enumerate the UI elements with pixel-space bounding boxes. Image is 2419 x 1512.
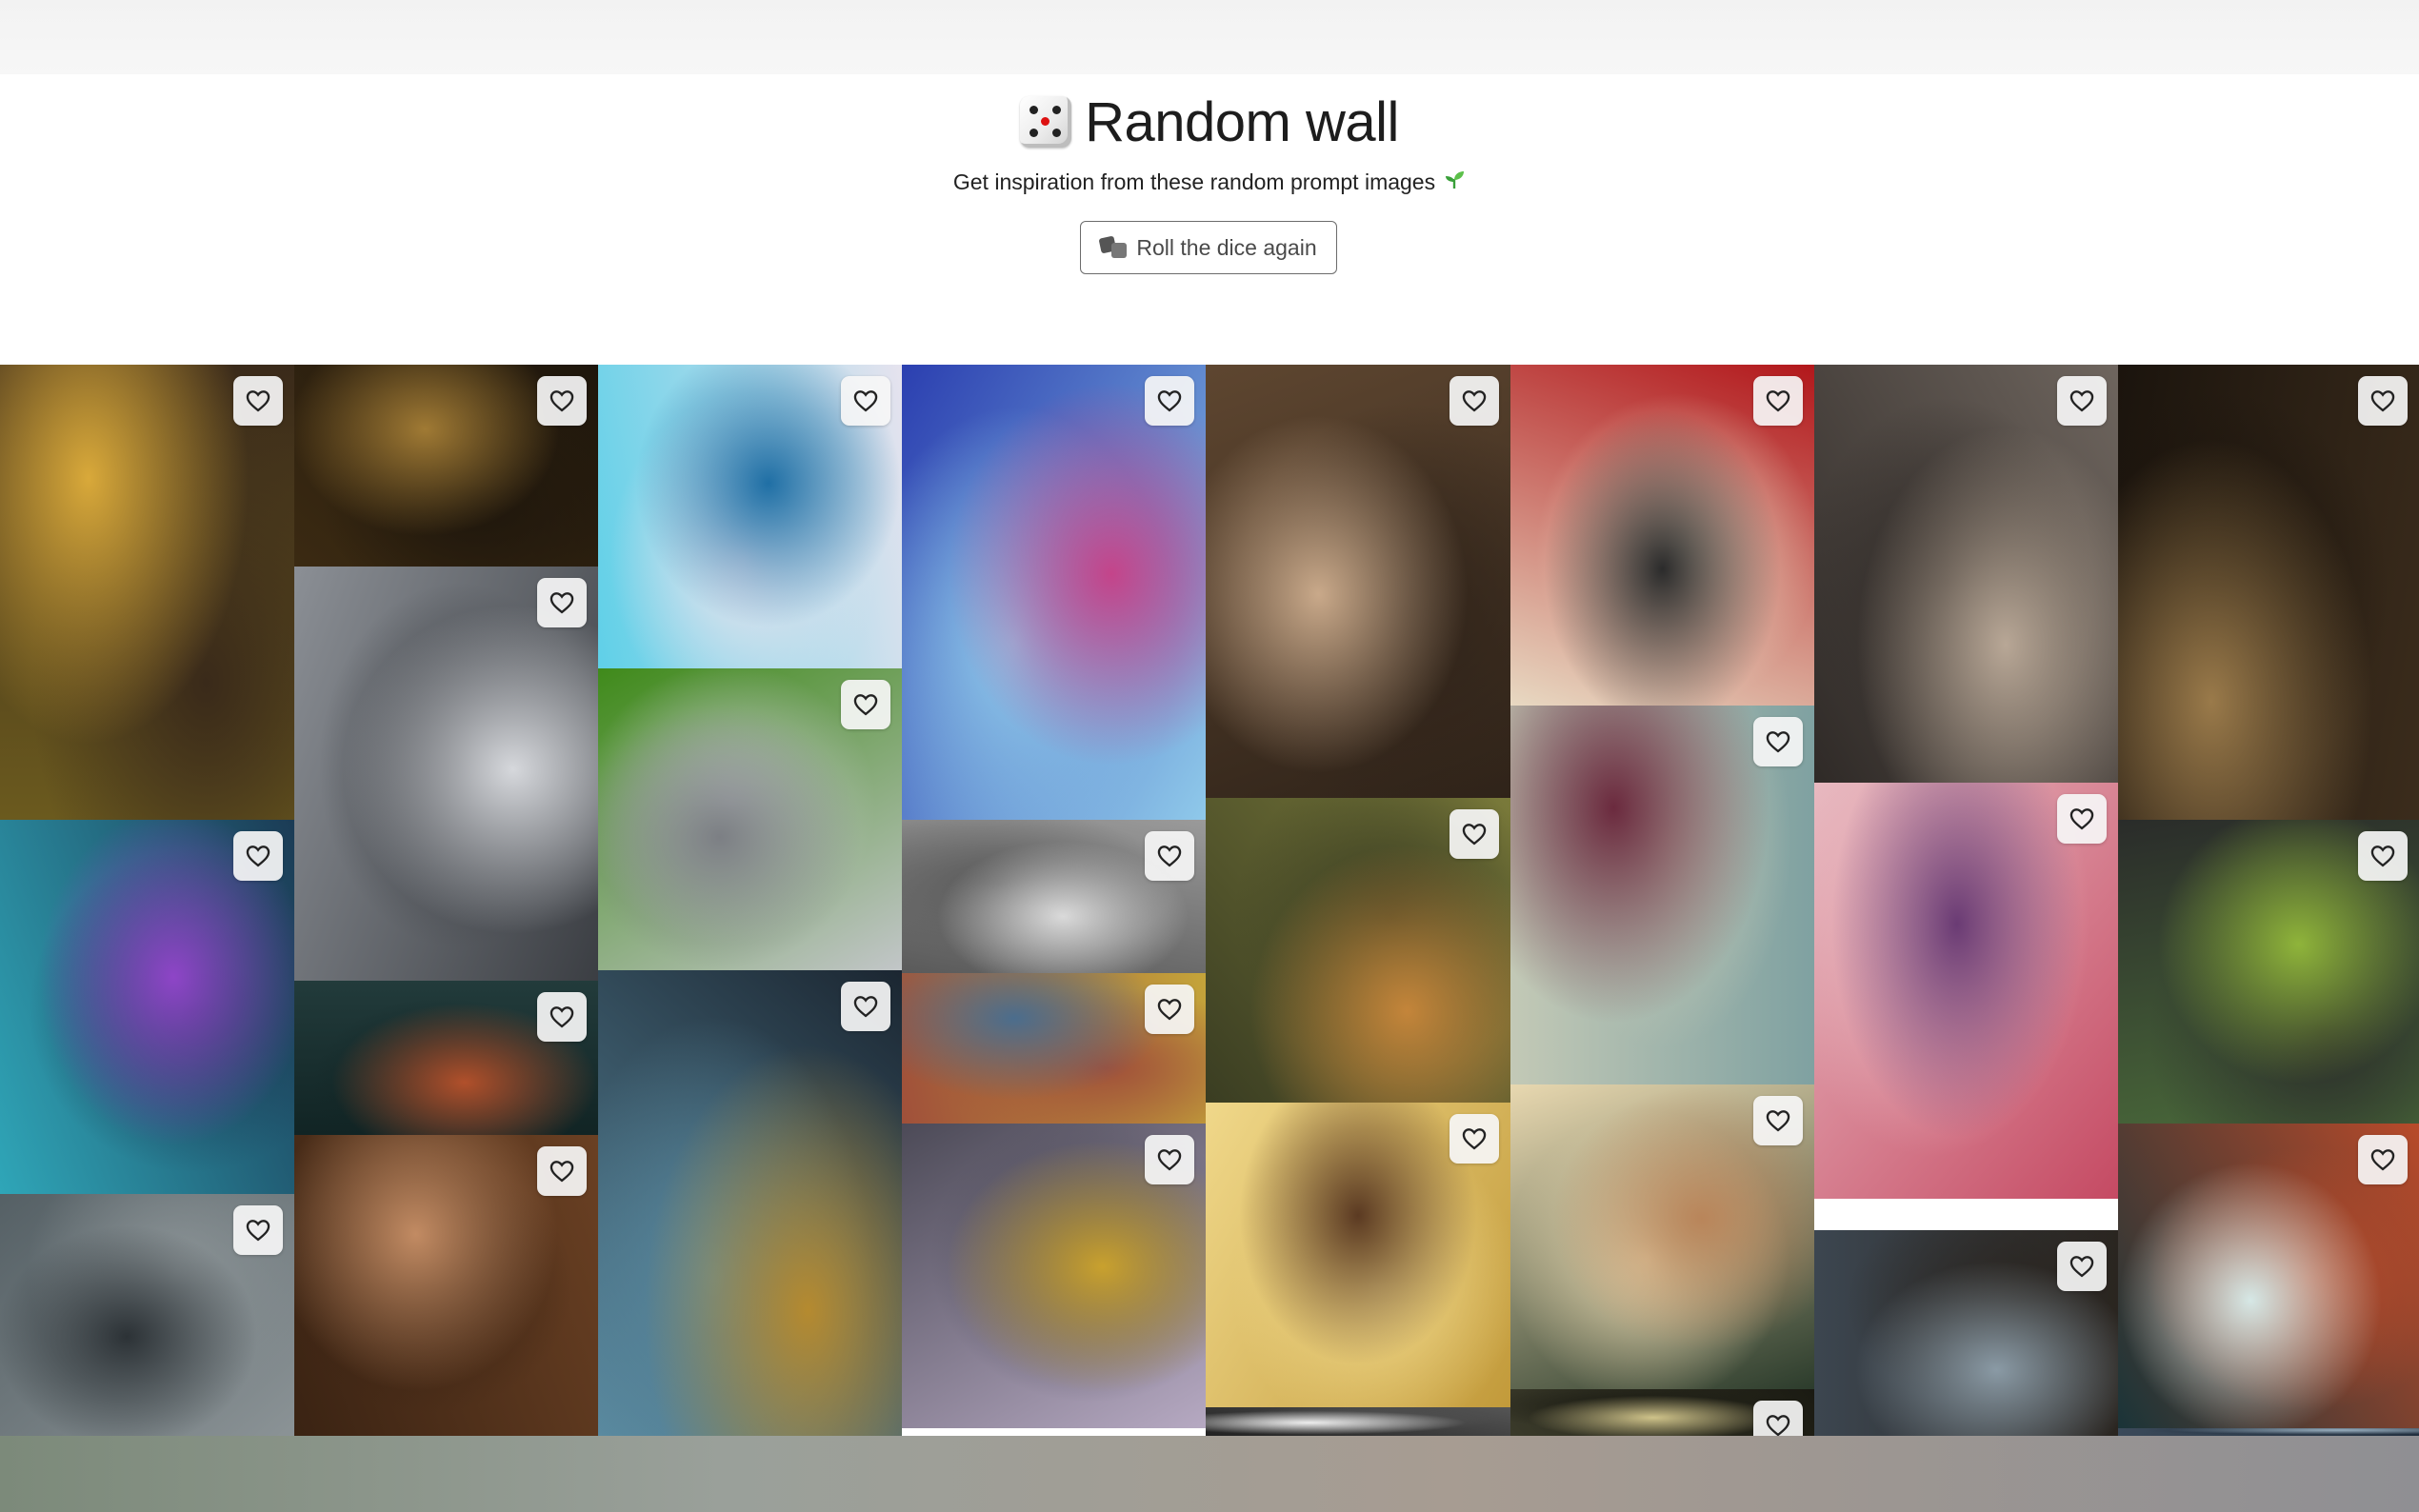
image-tile[interactable] xyxy=(1814,783,2118,1199)
heart-icon xyxy=(852,691,879,718)
image-tile[interactable] xyxy=(0,365,294,820)
image-tile[interactable] xyxy=(1206,1103,1510,1407)
image-wall xyxy=(0,365,2419,1436)
favorite-button[interactable] xyxy=(1753,717,1803,766)
heart-icon xyxy=(852,388,879,414)
heart-icon xyxy=(2369,843,2396,869)
image-tile[interactable] xyxy=(294,981,598,1135)
image-tile[interactable] xyxy=(1206,365,1510,798)
heart-icon xyxy=(1461,1125,1488,1152)
page-subtitle: Get inspiration from these random prompt… xyxy=(0,166,2419,198)
heart-icon xyxy=(2369,388,2396,414)
favorite-button[interactable] xyxy=(1753,376,1803,426)
heart-icon xyxy=(2069,806,2095,832)
heart-icon xyxy=(2369,1146,2396,1173)
image-tile[interactable] xyxy=(598,970,902,1436)
heart-icon xyxy=(1765,388,1791,414)
heart-icon xyxy=(245,388,271,414)
heart-icon xyxy=(1156,996,1183,1023)
page-title-text: Random wall xyxy=(1085,90,1399,153)
favorite-button[interactable] xyxy=(841,376,890,426)
image-tile[interactable] xyxy=(2118,1428,2419,1436)
image-tile[interactable] xyxy=(1206,798,1510,1103)
favorite-button[interactable] xyxy=(537,376,587,426)
favorite-button[interactable] xyxy=(1145,985,1194,1034)
roll-dice-button[interactable]: Roll the dice again xyxy=(1080,221,1337,274)
favorite-button[interactable] xyxy=(1449,809,1499,859)
image-tile[interactable] xyxy=(1814,365,2118,783)
subtitle-text: Get inspiration from these random prompt… xyxy=(952,169,1436,194)
heart-icon xyxy=(549,589,575,616)
heart-icon xyxy=(549,1158,575,1184)
favorite-button[interactable] xyxy=(2358,376,2408,426)
image-tile[interactable] xyxy=(598,365,902,668)
heart-icon xyxy=(1156,843,1183,869)
image-tile[interactable] xyxy=(902,973,1206,1124)
heart-icon xyxy=(549,1004,575,1030)
favorite-button[interactable] xyxy=(1145,376,1194,426)
favorite-button[interactable] xyxy=(1145,1135,1194,1184)
image-tile[interactable] xyxy=(598,668,902,970)
image-tile[interactable] xyxy=(294,1135,598,1436)
image-tile[interactable] xyxy=(1206,1407,1510,1436)
image-tile[interactable] xyxy=(0,1194,294,1436)
heart-icon xyxy=(2069,388,2095,414)
favorite-button[interactable] xyxy=(841,982,890,1031)
heart-icon xyxy=(1156,388,1183,414)
image-tile[interactable] xyxy=(902,365,1206,820)
favorite-button[interactable] xyxy=(233,376,283,426)
favorite-button[interactable] xyxy=(1449,1114,1499,1164)
image-tile[interactable] xyxy=(1510,1389,1814,1436)
favorite-button[interactable] xyxy=(537,578,587,627)
favorite-button[interactable] xyxy=(2057,1242,2107,1291)
image-tile[interactable] xyxy=(2118,1124,2419,1428)
image-tile[interactable] xyxy=(0,820,294,1194)
sprout-icon xyxy=(1443,168,1466,196)
heart-icon xyxy=(245,1217,271,1243)
image-tile[interactable] xyxy=(902,1124,1206,1428)
heart-icon xyxy=(245,843,271,869)
favorite-button[interactable] xyxy=(1145,831,1194,881)
favorite-button[interactable] xyxy=(537,992,587,1042)
heart-icon xyxy=(1765,728,1791,755)
favorite-button[interactable] xyxy=(1753,1401,1803,1436)
heart-icon xyxy=(1461,821,1488,847)
heart-icon xyxy=(549,388,575,414)
favorite-button[interactable] xyxy=(2358,1135,2408,1184)
image-tile[interactable] xyxy=(1814,1230,2118,1436)
heart-icon xyxy=(2069,1253,2095,1280)
dice-icon xyxy=(1020,96,1072,148)
dice-icon xyxy=(1098,235,1129,258)
favorite-button[interactable] xyxy=(2057,376,2107,426)
page-title: Random wall xyxy=(0,84,2419,160)
heart-icon xyxy=(852,993,879,1020)
heart-icon xyxy=(1461,388,1488,414)
bottom-blur-strip xyxy=(0,1436,2419,1512)
roll-dice-button-label: Roll the dice again xyxy=(1136,234,1317,260)
favorite-button[interactable] xyxy=(1753,1096,1803,1145)
image-tile[interactable] xyxy=(1814,1199,2118,1230)
image-tile[interactable] xyxy=(1510,706,1814,1084)
favorite-button[interactable] xyxy=(537,1146,587,1196)
favorite-button[interactable] xyxy=(2358,831,2408,881)
heart-icon xyxy=(1765,1107,1791,1134)
image-tile[interactable] xyxy=(294,365,598,567)
favorite-button[interactable] xyxy=(233,831,283,881)
favorite-button[interactable] xyxy=(841,680,890,729)
image-tile[interactable] xyxy=(902,820,1206,973)
favorite-button[interactable] xyxy=(1449,376,1499,426)
favorite-button[interactable] xyxy=(2057,794,2107,844)
image-tile[interactable] xyxy=(294,567,598,981)
image-tile[interactable] xyxy=(2118,820,2419,1124)
browser-top-bar xyxy=(0,0,2419,74)
heart-icon xyxy=(1765,1412,1791,1436)
heart-icon xyxy=(1156,1146,1183,1173)
image-tile[interactable] xyxy=(1510,1084,1814,1389)
image-tile[interactable] xyxy=(2118,365,2419,820)
favorite-button[interactable] xyxy=(233,1205,283,1255)
image-tile[interactable] xyxy=(1510,365,1814,706)
